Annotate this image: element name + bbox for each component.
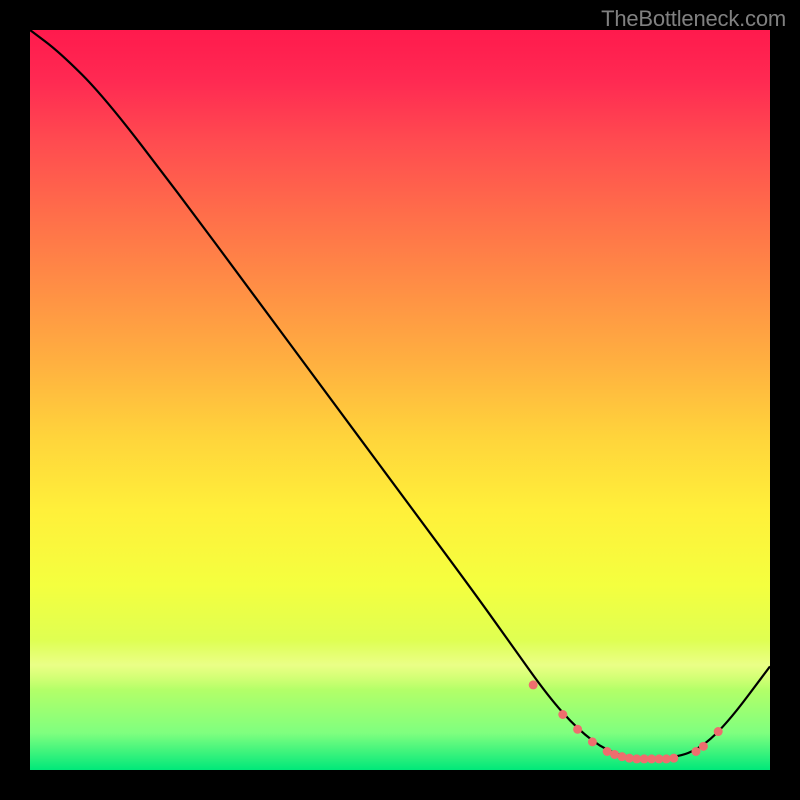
bottleneck-curve <box>30 30 770 759</box>
marker-dot <box>529 680 538 689</box>
chart-svg <box>30 30 770 770</box>
highlight-dots <box>529 680 723 763</box>
plot-area <box>30 30 770 770</box>
marker-dot <box>714 727 723 736</box>
marker-dot <box>573 725 582 734</box>
marker-dot <box>588 737 597 746</box>
marker-dot <box>692 747 701 756</box>
marker-dot <box>699 742 708 751</box>
marker-dot <box>558 710 567 719</box>
marker-dot <box>618 752 627 761</box>
marker-dot <box>669 754 678 763</box>
watermark-text: TheBottleneck.com <box>601 6 786 32</box>
